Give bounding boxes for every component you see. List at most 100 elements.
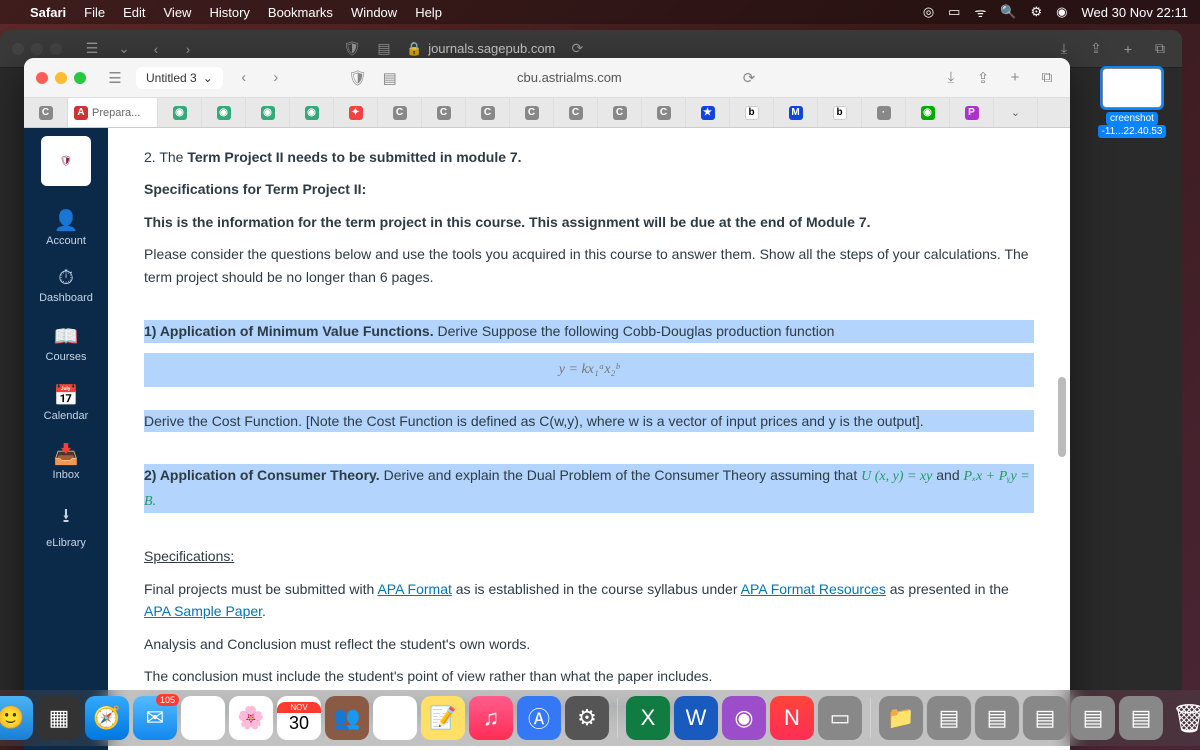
sidebar-item-dashboard[interactable]: ⏱ Dashboard bbox=[24, 257, 108, 314]
dock-music[interactable]: ♫ bbox=[469, 696, 513, 740]
dock-trash[interactable]: 🗑 bbox=[1167, 696, 1200, 740]
desktop-screenshot-file[interactable]: creenshot -11...22.40.53 bbox=[1082, 68, 1182, 138]
dock-contacts[interactable]: 👥 bbox=[325, 696, 369, 740]
tab-item[interactable]: P bbox=[950, 98, 994, 127]
dock-safari[interactable]: 🧭 bbox=[85, 696, 129, 740]
tab-item[interactable]: ★ bbox=[686, 98, 730, 127]
menubar-edit[interactable]: Edit bbox=[123, 5, 145, 20]
tab-item[interactable]: ✦ bbox=[334, 98, 378, 127]
browser-tab[interactable]: Untitled 3 ⌄ bbox=[136, 67, 223, 89]
back-icon[interactable]: ‹ bbox=[233, 69, 255, 86]
maximize-button[interactable] bbox=[74, 72, 86, 84]
download-icon[interactable]: ⤓ bbox=[1054, 40, 1074, 57]
inner-address-bar[interactable]: cbu.astrialms.com bbox=[411, 70, 728, 85]
tab-item[interactable]: C bbox=[642, 98, 686, 127]
scrollbar-thumb[interactable] bbox=[1058, 377, 1066, 457]
dock-settings[interactable]: ⚙ bbox=[565, 696, 609, 740]
tab-item[interactable]: b bbox=[730, 98, 774, 127]
tab-item[interactable]: C bbox=[466, 98, 510, 127]
sidebar-item-elibrary[interactable]: ⭳ eLibrary bbox=[24, 491, 108, 559]
menubar-clock[interactable]: Wed 30 Nov 22:11 bbox=[1082, 5, 1188, 20]
sidebar-item-calendar[interactable]: 📅 Calendar bbox=[24, 373, 108, 432]
dock-recent-5[interactable]: ▤ bbox=[1119, 696, 1163, 740]
dock-calendar[interactable]: NOV 30 bbox=[277, 696, 321, 740]
menubar-history[interactable]: History bbox=[209, 5, 249, 20]
siri-icon[interactable]: ◉ bbox=[1056, 4, 1067, 20]
tabs-overview-icon[interactable]: ⧉ bbox=[1036, 69, 1058, 86]
tabs-overview-icon[interactable]: ⧉ bbox=[1150, 40, 1170, 57]
sidebar-toggle-icon[interactable]: ☰ bbox=[82, 40, 102, 57]
dock-finder[interactable]: 🙂 bbox=[0, 696, 33, 740]
tab-item[interactable]: C bbox=[554, 98, 598, 127]
tab-item[interactable]: ◉ bbox=[906, 98, 950, 127]
institution-logo[interactable]: 🛡 bbox=[41, 136, 91, 186]
dock-news[interactable]: N bbox=[770, 696, 814, 740]
tab-item[interactable]: C bbox=[378, 98, 422, 127]
dock-excel[interactable]: X bbox=[626, 696, 670, 740]
control-center-icon[interactable]: ⚙ bbox=[1031, 4, 1043, 20]
tab-item[interactable]: C bbox=[422, 98, 466, 127]
tab-item[interactable]: ◉ bbox=[246, 98, 290, 127]
dock-recent-2[interactable]: ▤ bbox=[975, 696, 1019, 740]
new-tab-icon[interactable]: + bbox=[1004, 69, 1026, 86]
sidebar-item-courses[interactable]: 📖 Courses bbox=[24, 314, 108, 373]
dock-photos[interactable]: 🌸 bbox=[229, 696, 273, 740]
note-icon[interactable]: ▤ bbox=[379, 69, 401, 87]
dock-reminders[interactable]: ☑ bbox=[373, 696, 417, 740]
inner-traffic-lights[interactable] bbox=[36, 72, 86, 84]
reload-icon[interactable]: ⟳ bbox=[738, 69, 760, 87]
close-button[interactable] bbox=[36, 72, 48, 84]
sidebar-item-inbox[interactable]: 📥 Inbox bbox=[24, 432, 108, 491]
forward-icon[interactable]: › bbox=[265, 69, 287, 86]
dock-recent-4[interactable]: ▤ bbox=[1071, 696, 1115, 740]
dock-notes[interactable]: 📝 bbox=[421, 696, 465, 740]
dock-word[interactable]: W bbox=[674, 696, 718, 740]
tab-item[interactable]: ◉ bbox=[158, 98, 202, 127]
sidebar-item-account[interactable]: 👤 Account bbox=[24, 198, 108, 257]
menubar-app-name[interactable]: Safari bbox=[30, 5, 66, 20]
dock-recent-3[interactable]: ▤ bbox=[1023, 696, 1067, 740]
share-icon[interactable]: ⇪ bbox=[1086, 40, 1106, 57]
share-icon[interactable]: ⇪ bbox=[972, 69, 994, 87]
menubar-bookmarks[interactable]: Bookmarks bbox=[268, 5, 333, 20]
tab-item[interactable]: b bbox=[818, 98, 862, 127]
menubar-view[interactable]: View bbox=[164, 5, 192, 20]
dock-recent-1[interactable]: ▤ bbox=[927, 696, 971, 740]
dock-appstore[interactable]: Ⓐ bbox=[517, 696, 561, 740]
dock-podcasts[interactable]: ◉ bbox=[722, 696, 766, 740]
tab-dropdown-icon[interactable]: ⌄ bbox=[203, 71, 213, 85]
back-icon[interactable]: ‹ bbox=[146, 41, 166, 57]
apa-resources-link[interactable]: APA Format Resources bbox=[741, 581, 886, 597]
forward-icon[interactable]: › bbox=[178, 41, 198, 57]
new-tab-icon[interactable]: + bbox=[1118, 41, 1138, 57]
tab-item[interactable]: ◉ bbox=[202, 98, 246, 127]
tab-item[interactable]: C bbox=[598, 98, 642, 127]
wifi-icon[interactable]: ᯤ bbox=[974, 3, 986, 21]
chevron-down-icon[interactable]: ⌄ bbox=[114, 40, 134, 57]
outer-address-bar[interactable]: 🔒 journals.sagepub.com bbox=[406, 41, 555, 57]
dock-mail[interactable]: ✉105 bbox=[133, 696, 177, 740]
menubar-file[interactable]: File bbox=[84, 5, 105, 20]
menubar-window[interactable]: Window bbox=[351, 5, 397, 20]
tab-item-active[interactable]: A Prepara... bbox=[68, 98, 158, 127]
minimize-button[interactable] bbox=[55, 72, 67, 84]
tab-item[interactable]: M bbox=[774, 98, 818, 127]
sidebar-toggle-icon[interactable]: ☰ bbox=[104, 69, 126, 87]
spotlight-icon[interactable]: 🔍 bbox=[1000, 4, 1016, 20]
menubar-help[interactable]: Help bbox=[415, 5, 442, 20]
note-icon[interactable]: ▤ bbox=[374, 40, 394, 57]
assignment-content[interactable]: 2. The Term Project II needs to be submi… bbox=[108, 128, 1070, 750]
dock-launchpad[interactable]: ▦ bbox=[37, 696, 81, 740]
tab-overflow[interactable]: ⌄ bbox=[994, 98, 1038, 127]
tab-item[interactable]: · bbox=[862, 98, 906, 127]
shield-icon[interactable]: 🛡 bbox=[342, 40, 362, 57]
screen-mirror-icon[interactable]: ◎ bbox=[923, 4, 934, 20]
dock-maps[interactable]: 🗺 bbox=[181, 696, 225, 740]
dock-folder[interactable]: 📁 bbox=[879, 696, 923, 740]
outer-traffic-lights[interactable] bbox=[12, 43, 62, 55]
battery-icon[interactable]: ▭ bbox=[948, 4, 960, 20]
shield-icon[interactable]: 🛡 bbox=[347, 69, 369, 87]
apa-sample-link[interactable]: APA Sample Paper bbox=[144, 603, 262, 619]
download-icon[interactable]: ⤓ bbox=[940, 69, 962, 86]
reload-icon[interactable]: ⟳ bbox=[567, 40, 587, 57]
